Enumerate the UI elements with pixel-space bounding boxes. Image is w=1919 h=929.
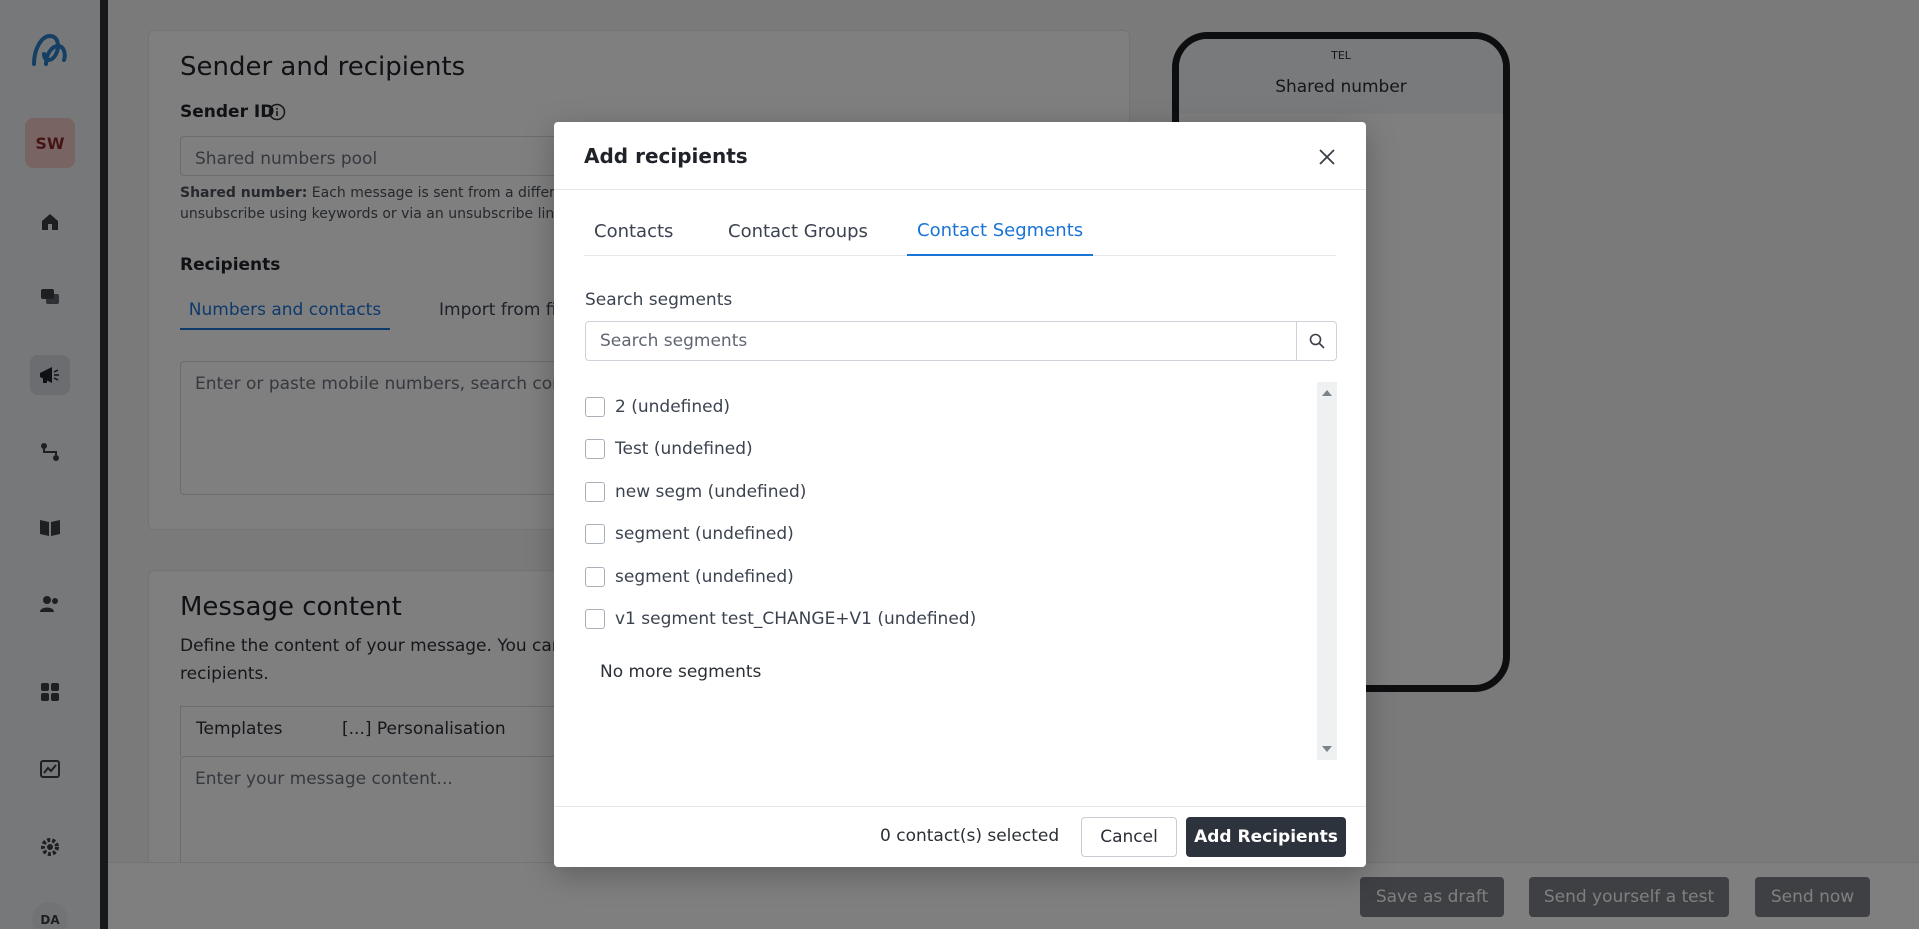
segments-scrollbar[interactable] [1317, 382, 1337, 760]
selected-count: 0 contact(s) selected [880, 826, 1060, 846]
segment-checkbox[interactable] [585, 609, 605, 629]
segment-checkbox[interactable] [585, 482, 605, 502]
list-item[interactable]: segment (undefined) [585, 562, 794, 592]
segment-label: new segm (undefined) [615, 482, 807, 502]
segment-label: segment (undefined) [615, 524, 794, 544]
search-segments-group [585, 321, 1337, 361]
segment-label: Test (undefined) [615, 439, 753, 459]
search-segments-input[interactable] [586, 322, 1296, 360]
segments-list: 2 (undefined) Test (undefined) new segm … [585, 382, 1337, 760]
add-recipients-button[interactable]: Add Recipients [1186, 817, 1346, 857]
modal-tabs: Contacts Contact Groups Contact Segments [584, 206, 1336, 256]
list-item[interactable]: 2 (undefined) [585, 392, 730, 422]
tab-contacts[interactable]: Contacts [584, 206, 683, 256]
segment-label: 2 (undefined) [615, 397, 731, 417]
segment-checkbox[interactable] [585, 524, 605, 544]
search-icon [1309, 333, 1325, 349]
segment-checkbox[interactable] [585, 397, 605, 417]
modal-header: Add recipients [554, 122, 1366, 190]
list-item[interactable]: Test (undefined) [585, 434, 753, 464]
search-segments-label: Search segments [585, 290, 733, 310]
add-recipients-modal: Add recipients Contacts Contact Groups C… [554, 122, 1366, 867]
list-item[interactable]: segment (undefined) [585, 519, 794, 549]
modal-footer: 0 contact(s) selected Cancel Add Recipie… [554, 806, 1366, 867]
list-item[interactable]: new segm (undefined) [585, 477, 806, 507]
scroll-up-icon[interactable] [1322, 390, 1332, 396]
scroll-down-icon[interactable] [1322, 746, 1332, 752]
segment-label: v1 segment test_CHANGE+V1 (undefined) [615, 609, 977, 629]
tab-contact-groups[interactable]: Contact Groups [718, 206, 878, 256]
close-icon[interactable] [1316, 146, 1338, 168]
search-button[interactable] [1296, 322, 1336, 360]
segment-checkbox[interactable] [585, 439, 605, 459]
list-item[interactable]: v1 segment test_CHANGE+V1 (undefined) [585, 604, 976, 634]
segment-label: segment (undefined) [615, 567, 794, 587]
segment-checkbox[interactable] [585, 567, 605, 587]
no-more-segments: No more segments [600, 662, 762, 682]
tab-contact-segments[interactable]: Contact Segments [907, 206, 1094, 256]
cancel-button[interactable]: Cancel [1081, 817, 1177, 857]
modal-title: Add recipients [584, 144, 748, 168]
